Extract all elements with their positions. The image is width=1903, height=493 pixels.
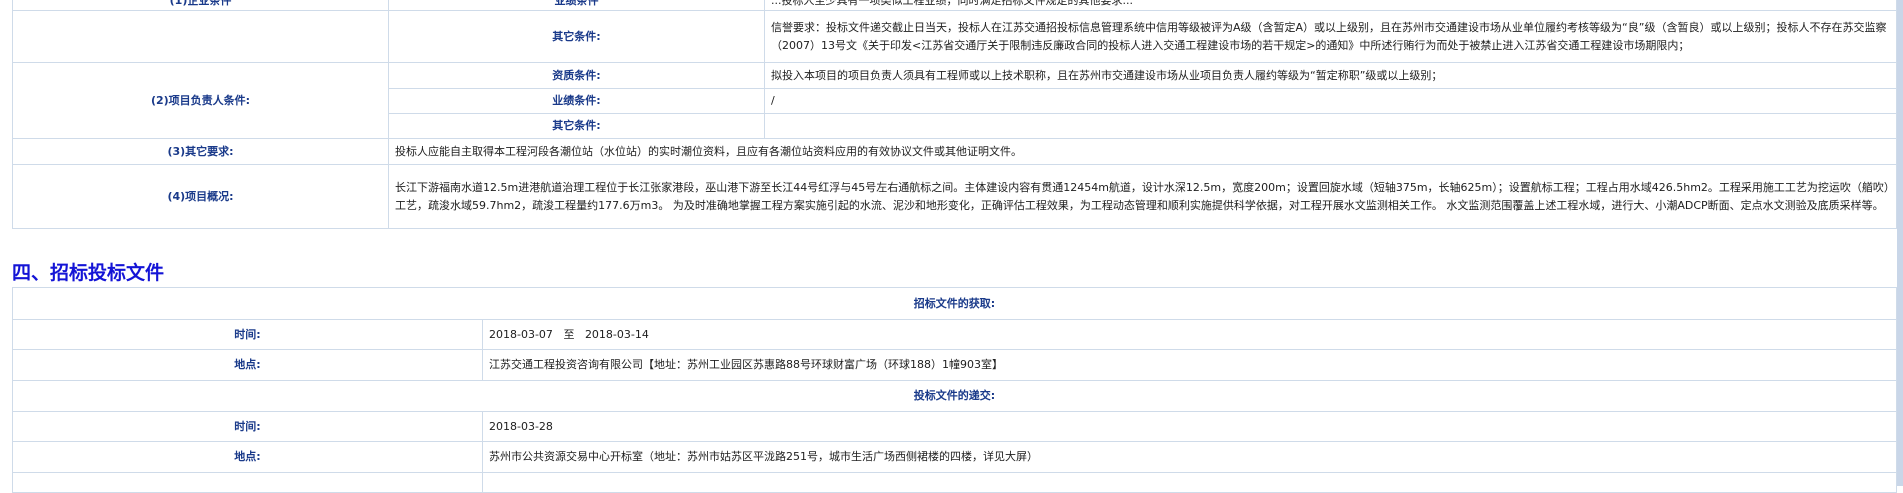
window-border <box>1897 0 1903 486</box>
submit-place-value: 苏州市公共资源交易中心开标室（地址：苏州市姑苏区平泷路251号，城市生活广场西侧… <box>482 441 1897 473</box>
company-conditions-label: (1)企业条件 <box>12 0 389 11</box>
table-row: (3)其它要求: 投标人应能自主取得本工程河段各潮位站（水位站）的实时潮位资料，… <box>12 138 1897 165</box>
manager-performance-value: / <box>764 88 1897 114</box>
table-row: 时间: 2018-03-28 <box>12 411 1897 442</box>
empty-cell <box>12 10 389 63</box>
company-other-conditions-value: 信誉要求：投标文件递交截止日当天，投标人在江苏交通招投标信息管理系统中信用等级被… <box>764 10 1897 63</box>
bidding-documents-table: 招标文件的获取: 时间: 2018-03-07 至 2018-03-14 地点:… <box>12 287 1897 493</box>
submit-time-label: 时间: <box>12 411 483 442</box>
manager-conditions-label: (2)项目负责人条件: <box>12 62 389 139</box>
submit-heading: 投标文件的递交: <box>12 380 1897 412</box>
acquire-time-end: 2018-03-14 <box>584 327 649 341</box>
table-row: (1)企业条件 业绩条件 ...投标人至少具有一项类似工程业绩，同时满足招标文件… <box>12 0 1897 11</box>
manager-performance-label: 业绩条件: <box>388 88 765 114</box>
acquire-place-label: 地点: <box>12 349 483 381</box>
table-row: 招标文件的获取: <box>12 287 1897 320</box>
other-requirements-label: (3)其它要求: <box>12 138 389 165</box>
acquire-heading: 招标文件的获取: <box>12 287 1897 320</box>
submit-place-label: 地点: <box>12 441 483 473</box>
table-row: (4)项目概况: 长江下游福南水道12.5m进港航道治理工程位于长江张家港段，巫… <box>12 164 1897 229</box>
table-row: (2)项目负责人条件: 资质条件: 拟投入本项目的项目负责人须具有工程师或以上技… <box>12 62 1897 139</box>
submit-time-value: 2018-03-28 <box>482 411 1897 442</box>
empty-cell <box>482 472 1897 493</box>
project-overview-label: (4)项目概况: <box>12 164 389 229</box>
project-overview-value: 长江下游福南水道12.5m进港航道治理工程位于长江张家港段，巫山港下游至长江44… <box>388 164 1897 229</box>
acquire-time-label: 时间: <box>12 319 483 350</box>
manager-other-label: 其它条件: <box>388 113 765 139</box>
table-row: 地点: 江苏交通工程投资咨询有限公司【地址：苏州工业园区苏惠路88号环球财富广场… <box>12 349 1897 381</box>
performance-conditions-value: ...投标人至少具有一项类似工程业绩，同时满足招标文件规定的其他要求... <box>764 0 1897 11</box>
requirements-table: (1)企业条件 业绩条件 ...投标人至少具有一项类似工程业绩，同时满足招标文件… <box>12 0 1897 229</box>
acquire-place-value: 江苏交通工程投资咨询有限公司【地址：苏州工业园区苏惠路88号环球财富广场（环球1… <box>482 349 1897 381</box>
page: (1)企业条件 业绩条件 ...投标人至少具有一项类似工程业绩，同时满足招标文件… <box>0 0 1903 493</box>
table-row: 时间: 2018-03-07 至 2018-03-14 <box>12 319 1897 350</box>
other-requirements-value: 投标人应能自主取得本工程河段各潮位站（水位站）的实时潮位资料，且应有各潮位站资料… <box>388 138 1897 165</box>
acquire-time-value: 2018-03-07 至 2018-03-14 <box>482 319 1897 350</box>
performance-conditions-label: 业绩条件 <box>388 0 765 11</box>
qualification-value: 拟投入本项目的项目负责人须具有工程师或以上技术职称，且在苏州市交通建设市场从业项… <box>764 62 1897 89</box>
qualification-label: 资质条件: <box>388 62 765 89</box>
company-other-conditions-label: 其它条件: <box>388 10 765 63</box>
table-row: 其它条件: 信誉要求：投标文件递交截止日当天，投标人在江苏交通招投标信息管理系统… <box>12 10 1897 63</box>
section-title: 四、招标投标文件 <box>12 262 165 284</box>
acquire-time-separator: 至 <box>563 327 575 341</box>
acquire-time-start: 2018-03-07 <box>489 327 553 341</box>
table-row: 投标文件的递交: <box>12 380 1897 412</box>
manager-other-value <box>764 113 1897 139</box>
table-row <box>12 472 1897 493</box>
empty-cell <box>12 472 483 493</box>
table-row: 地点: 苏州市公共资源交易中心开标室（地址：苏州市姑苏区平泷路251号，城市生活… <box>12 441 1897 473</box>
